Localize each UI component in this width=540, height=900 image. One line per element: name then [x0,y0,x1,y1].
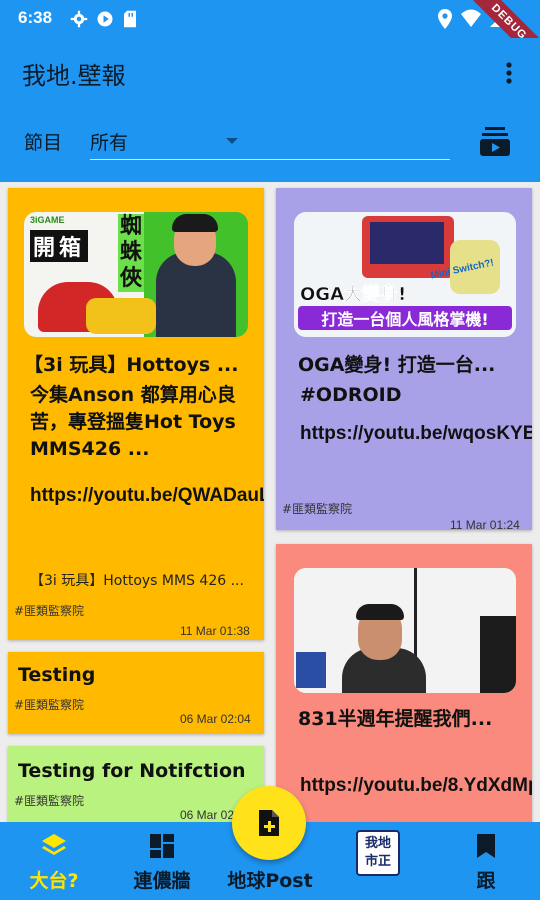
add-note-icon [259,810,279,836]
post-card[interactable]: 3iGAME 開箱 蜘蛛俠 【3i 玩具】Hottoys ... 今集Anson… [8,188,264,640]
more-vert-icon[interactable] [494,58,524,88]
new-post-fab[interactable] [232,786,306,860]
post-date: 11 Mar 01:24 [450,518,520,530]
post-title: Testing [18,664,96,686]
nav-label: 跟 [476,870,496,892]
post-card[interactable]: Testing #匪類監察院 06 Mar 02:04 [8,652,264,734]
filter-bar: 節目 所有 [0,108,540,182]
post-title: OGA變身! 打造一台... [298,354,496,376]
nav-item-wedi[interactable]: 我地 市正 [324,822,432,900]
post-title: 831半週年提醒我們... [298,708,493,730]
wedi-logo-icon: 我地 市正 [356,830,400,876]
post-link[interactable]: https://youtu.be/wqosKYB4RZE [300,420,532,447]
layers-icon [42,834,66,855]
sd-card-icon [124,10,136,28]
play-circle-icon [97,11,113,27]
dropdown-arrow-icon [226,138,238,144]
nav-item-lennon-wall[interactable]: 連儂牆 [108,822,216,900]
thumbnail-caption-2: 打造一台個人風格掌機! [298,306,512,330]
nav-label: 大台? [29,870,79,892]
video-thumbnail[interactable]: 3iGAME 開箱 蜘蛛俠 [24,212,248,337]
dropdown-selected-value: 所有 [90,132,129,154]
filter-label: 節目 [24,132,63,154]
post-link[interactable]: https://youtu.be/8.YdXdMpBKU [300,772,532,799]
app-bar: 我地.壁報 [0,38,540,108]
dashboard-icon [150,834,174,858]
post-card[interactable]: Mini Switch?! OGA大變身! 打造一台個人風格掌機! OGA變身!… [276,188,532,530]
post-feed[interactable]: 3iGAME 開箱 蜘蛛俠 【3i 玩具】Hottoys ... 今集Anson… [0,182,540,822]
post-card[interactable]: 831半週年提醒我們... https://youtu.be/8.YdXdMpB… [276,544,532,822]
post-tag: #匪類監察院 [14,794,85,808]
nav-item-follow[interactable]: 跟 [432,822,540,900]
post-tag: #匪類監察院 [282,502,353,516]
bookmark-icon [477,834,495,858]
post-body: 今集Anson 都算用心良苦，專登搵隻Hot Toys MMS426 ... [30,384,236,460]
post-date: 06 Mar 02:04 [180,712,251,726]
thumbnail-caption-1: OGA大變身! [300,284,407,306]
post-body: #ODROID [300,384,402,406]
status-bar: 6:38 DEBUG [0,0,540,76]
status-icons-left [70,10,138,28]
post-title: 【3i 玩具】Hottoys ... [24,354,239,376]
thumbnail-caption-1: 開箱 [30,230,89,262]
post-tag: #匪類監察院 [14,698,85,712]
video-thumbnail[interactable] [294,568,516,693]
nav-item-main[interactable]: 大台? [0,822,108,900]
thumbnail-caption-2: 蜘蛛俠 [118,214,144,292]
subscriptions-icon[interactable] [478,124,512,158]
nav-label: 連儂牆 [133,870,191,892]
settings-gear-icon [70,10,88,28]
app-title: 我地.壁報 [22,62,126,90]
video-thumbnail[interactable]: Mini Switch?! OGA大變身! 打造一台個人風格掌機! [294,212,516,337]
post-date: 11 Mar 01:38 [180,624,250,638]
location-pin-icon [438,9,452,29]
program-dropdown[interactable]: 所有 [90,122,450,160]
thumbnail-brand: 3iGAME [30,215,65,225]
status-time: 6:38 [18,8,53,27]
wifi-icon [461,9,481,27]
post-tag: #匪類監察院 [14,604,85,618]
post-caption: 【3i 玩具】Hottoys MMS 426 ... [30,573,244,589]
post-card[interactable]: Testing for Notifction #匪類監察院 06 Mar 02:… [8,746,264,822]
nav-label: 地球Post [227,870,313,892]
post-title: Testing for Notifction [18,760,246,782]
post-link[interactable]: https://youtu.be/QWADauLqfyc [30,482,264,509]
